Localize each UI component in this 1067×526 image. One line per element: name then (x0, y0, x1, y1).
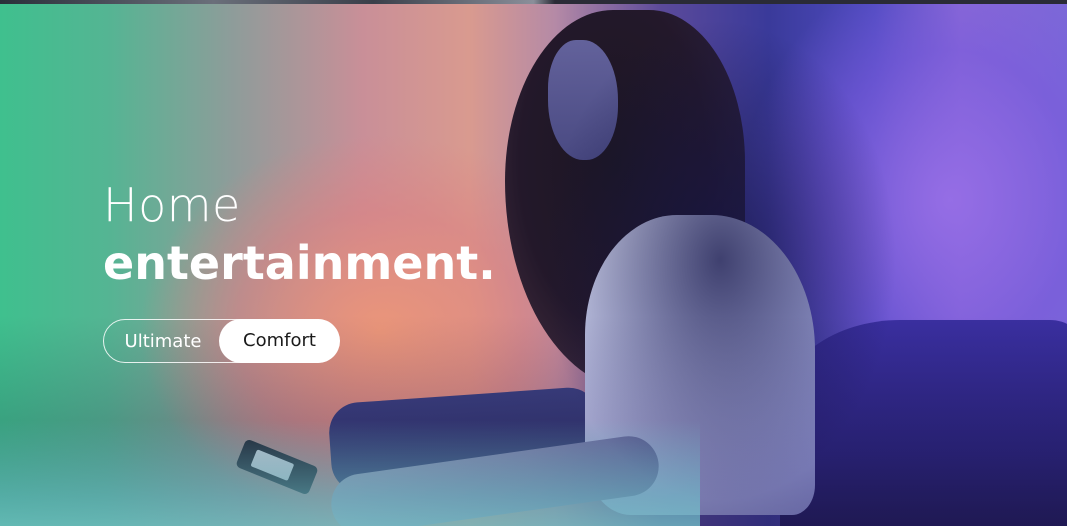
hero-bottom-mist (0, 420, 700, 526)
hero-title-line2: entertainment. (103, 236, 496, 290)
hero-content: Home entertainment. Ultimate Comfort (103, 177, 496, 363)
toggle-option-ultimate[interactable]: Ultimate (104, 319, 222, 363)
toggle-option-comfort[interactable]: Comfort (219, 318, 340, 363)
plan-toggle[interactable]: Ultimate Comfort (103, 318, 340, 363)
hero-section: Home entertainment. Ultimate Comfort (0, 0, 1067, 526)
hero-title-line1: Home (103, 178, 241, 232)
top-image-strip (0, 0, 1067, 4)
